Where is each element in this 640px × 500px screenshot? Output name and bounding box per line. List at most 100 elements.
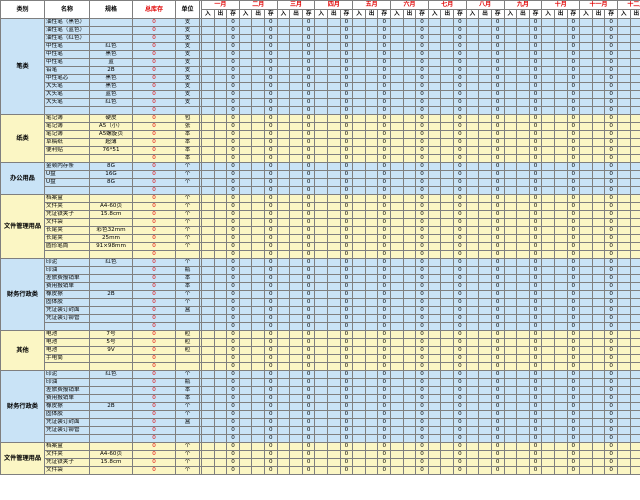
month-stock-cell[interactable]: 0	[226, 186, 240, 195]
month-out-cell[interactable]	[327, 130, 341, 139]
item-name-cell[interactable]: 橡皮擦	[44, 402, 90, 411]
month-out-cell[interactable]	[364, 298, 379, 307]
month-stock-cell[interactable]: 0	[453, 58, 467, 67]
header-sub-6-3[interactable]: 存	[415, 9, 429, 19]
header-month-7[interactable]: 七月	[427, 0, 467, 10]
month-out-cell[interactable]	[440, 218, 455, 227]
month-in-cell[interactable]	[465, 170, 480, 179]
month-in-cell[interactable]	[579, 194, 593, 203]
month-out-cell[interactable]	[364, 98, 379, 107]
month-stock-cell[interactable]: 0	[377, 66, 392, 75]
month-stock-cell[interactable]: 0	[226, 274, 240, 283]
month-in-cell[interactable]	[465, 202, 480, 211]
month-in-cell[interactable]	[390, 418, 404, 427]
month-out-cell[interactable]	[516, 458, 530, 467]
month-in-cell[interactable]	[390, 434, 404, 443]
month-out-cell[interactable]	[478, 386, 492, 395]
item-stock-cell[interactable]: 0	[132, 258, 176, 267]
month-in-cell[interactable]	[352, 98, 366, 107]
month-out-cell[interactable]	[327, 370, 341, 379]
month-out-cell[interactable]	[364, 114, 379, 123]
month-in-cell[interactable]	[427, 242, 442, 251]
month-stock-cell[interactable]: 0	[528, 42, 543, 51]
item-name-cell[interactable]: 长尾夹	[44, 226, 90, 235]
month-stock-cell[interactable]: 0	[301, 114, 316, 123]
month-out-cell[interactable]	[213, 186, 228, 195]
month-out-cell[interactable]	[251, 242, 265, 251]
month-out-cell[interactable]	[364, 338, 379, 347]
month-out-cell[interactable]	[213, 66, 228, 75]
month-in-cell[interactable]	[238, 410, 253, 419]
month-out-cell[interactable]	[591, 370, 606, 379]
month-stock-cell[interactable]: 0	[604, 58, 618, 67]
item-spec-cell[interactable]: 5号	[89, 338, 133, 347]
month-in-cell[interactable]	[503, 74, 518, 83]
item-spec-cell[interactable]	[89, 26, 133, 35]
month-in-cell[interactable]	[616, 258, 631, 267]
month-in-cell[interactable]	[616, 266, 631, 275]
month-out-cell[interactable]	[402, 170, 417, 179]
month-out-cell[interactable]	[402, 242, 417, 251]
header-sub-7-3[interactable]: 存	[453, 9, 467, 19]
month-in-cell[interactable]	[579, 434, 593, 443]
month-out-cell[interactable]	[553, 370, 568, 379]
month-in-cell[interactable]	[390, 82, 404, 91]
item-spec-cell[interactable]: 15.8cm	[89, 210, 133, 219]
item-stock-cell[interactable]: 0	[132, 346, 176, 355]
item-name-cell[interactable]: 凭证铁夹子	[44, 458, 90, 467]
item-spec-cell[interactable]: 2B	[89, 290, 133, 299]
month-in-cell[interactable]	[314, 34, 329, 43]
month-in-cell[interactable]	[276, 370, 291, 379]
month-stock-cell[interactable]: 0	[339, 314, 354, 323]
month-stock-cell[interactable]: 0	[339, 466, 354, 475]
month-in-cell[interactable]	[276, 314, 291, 323]
month-in-cell[interactable]	[352, 178, 366, 187]
month-in-cell[interactable]	[314, 242, 329, 251]
month-in-cell[interactable]	[427, 466, 442, 475]
month-out-cell[interactable]	[251, 170, 265, 179]
item-stock-cell[interactable]: 0	[132, 290, 176, 299]
month-stock-cell[interactable]: 0	[604, 290, 618, 299]
month-out-cell[interactable]	[327, 298, 341, 307]
month-out-cell[interactable]	[478, 362, 492, 371]
month-in-cell[interactable]	[541, 410, 555, 419]
month-out-cell[interactable]	[553, 226, 568, 235]
month-in-cell[interactable]	[352, 362, 366, 371]
month-out-cell[interactable]	[478, 442, 492, 451]
month-out-cell[interactable]	[289, 122, 303, 131]
month-stock-cell[interactable]: 0	[528, 274, 543, 283]
header-sub-2-1[interactable]: 入	[238, 9, 253, 19]
month-in-cell[interactable]	[201, 106, 215, 115]
item-name-cell[interactable]: 中性笔	[44, 50, 90, 59]
month-stock-cell[interactable]: 0	[377, 18, 392, 27]
month-in-cell[interactable]	[541, 354, 555, 363]
month-in-cell[interactable]	[541, 178, 555, 187]
month-out-cell[interactable]	[516, 170, 530, 179]
month-out-cell[interactable]	[327, 322, 341, 331]
month-stock-cell[interactable]: 0	[490, 338, 505, 347]
header-sub-7-2[interactable]: 出	[440, 9, 455, 19]
month-out-cell[interactable]	[553, 346, 568, 355]
month-in-cell[interactable]	[465, 426, 480, 435]
month-out-cell[interactable]	[478, 98, 492, 107]
header-sub-9-3[interactable]: 存	[528, 9, 543, 19]
month-out-cell[interactable]	[402, 346, 417, 355]
month-stock-cell[interactable]: 0	[377, 106, 392, 115]
item-stock-cell[interactable]: 0	[132, 306, 176, 315]
month-in-cell[interactable]	[238, 418, 253, 427]
item-name-cell[interactable]: 大头笔	[44, 98, 90, 107]
month-in-cell[interactable]	[465, 394, 480, 403]
month-stock-cell[interactable]: 0	[264, 58, 278, 67]
month-stock-cell[interactable]: 0	[377, 98, 392, 107]
month-out-cell[interactable]	[553, 386, 568, 395]
month-out-cell[interactable]	[629, 418, 640, 427]
item-stock-cell[interactable]: 0	[132, 58, 176, 67]
month-out-cell[interactable]	[516, 466, 530, 475]
month-stock-cell[interactable]: 0	[264, 378, 278, 387]
month-stock-cell[interactable]: 0	[226, 234, 240, 243]
month-in-cell[interactable]	[427, 58, 442, 67]
month-out-cell[interactable]	[251, 82, 265, 91]
month-stock-cell[interactable]: 0	[339, 266, 354, 275]
month-out-cell[interactable]	[251, 186, 265, 195]
month-in-cell[interactable]	[390, 370, 404, 379]
